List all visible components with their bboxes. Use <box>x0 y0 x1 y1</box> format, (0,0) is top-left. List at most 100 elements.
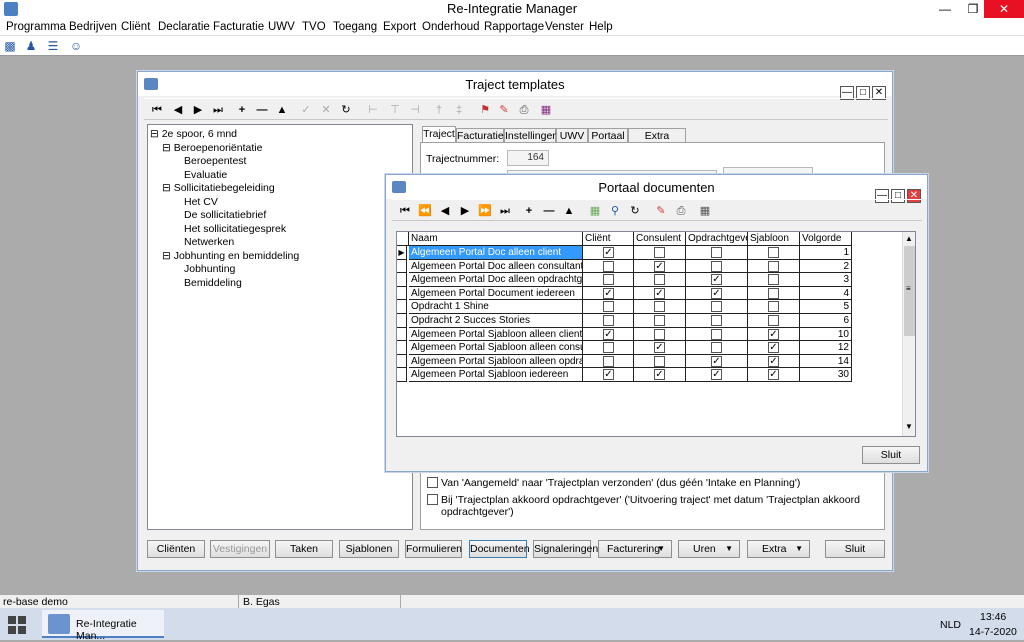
language-indicator[interactable]: NLD <box>940 619 961 631</box>
tree-node[interactable]: Het CV <box>184 196 218 208</box>
cell-volgorde[interactable]: 12 <box>800 341 852 355</box>
scroll-up-icon[interactable]: ▲ <box>905 234 913 243</box>
prev-page-icon[interactable]: ⏪ <box>418 204 432 218</box>
cell-volgorde[interactable]: 10 <box>800 327 852 342</box>
signaleringen-button[interactable]: Signaleringen <box>533 540 598 558</box>
checkbox-client[interactable] <box>603 301 614 313</box>
book-icon[interactable]: ▦ <box>539 103 553 117</box>
refresh-icon[interactable]: ↻ <box>339 103 353 117</box>
checkbox-consulent[interactable] <box>654 274 665 286</box>
checkbox-sjabloon[interactable]: ✓ <box>768 355 779 367</box>
portaal-sluit-button[interactable]: Sluit <box>862 446 920 464</box>
checkbox-sjabloon[interactable] <box>768 287 779 299</box>
tree-node[interactable]: Jobhunting <box>184 263 235 275</box>
checkbox-opdrachtgever[interactable]: ✓ <box>711 355 722 367</box>
first-record-icon[interactable]: ⏮ <box>150 103 164 117</box>
checkbox-client[interactable] <box>603 342 614 354</box>
cell-naam[interactable]: Algemeen Portal Sjabloon alleen opdracht… <box>409 354 583 369</box>
tree-node[interactable]: Beroepentest <box>184 155 246 167</box>
checkbox-opdrachtgever[interactable]: ✓ <box>711 287 722 299</box>
checkbox-opdrachtgever[interactable] <box>711 328 722 340</box>
checkbox-client[interactable]: ✓ <box>603 247 614 258</box>
prev-record-icon[interactable]: ◀ <box>171 103 185 117</box>
first-record-icon[interactable]: ⏮ <box>398 204 412 218</box>
checkbox-consulent[interactable]: ✓ <box>654 260 665 272</box>
facturering-button[interactable]: Facturering ▼ <box>598 540 672 558</box>
cell-volgorde[interactable]: 5 <box>800 300 852 314</box>
checkbox-consulent[interactable] <box>654 301 665 313</box>
table-row[interactable]: Algemeen Portal Sjabloon iedereen ✓ ✓ ✓ ✓ 30 <box>397 368 852 382</box>
clock-time[interactable]: 13:46 <box>980 611 1006 623</box>
uren-button[interactable]: Uren ▼ <box>678 540 740 558</box>
menu-help[interactable]: Help <box>589 21 613 33</box>
table-row[interactable]: Opdracht 2 Succes Stories 6 <box>397 314 852 328</box>
checkbox-opdrachtgever[interactable] <box>711 247 722 258</box>
add-icon[interactable]: + <box>522 204 536 218</box>
checkbox-consulent[interactable] <box>654 315 665 326</box>
scroll-down-icon[interactable]: ▼ <box>905 422 913 431</box>
checkbox-sjabloon[interactable] <box>768 301 779 313</box>
cell-volgorde[interactable]: 30 <box>800 368 852 382</box>
clients-icon[interactable]: ♟ <box>24 39 38 53</box>
cell-naam[interactable]: Opdracht 2 Succes Stories <box>409 314 583 328</box>
tree-node[interactable]: Netwerken <box>184 236 234 248</box>
menu-rapportage[interactable]: Rapportage <box>484 21 544 33</box>
documenten-button[interactable]: Documenten <box>469 540 530 558</box>
cell-volgorde[interactable]: 4 <box>800 286 852 301</box>
menu-declaratie[interactable]: Declaratie <box>158 21 210 33</box>
checkbox-consulent[interactable] <box>654 247 665 258</box>
menu-toegang[interactable]: Toegang <box>333 21 377 33</box>
last-record-icon[interactable]: ⏭ <box>498 204 512 218</box>
last-record-icon[interactable]: ⏭ <box>211 103 225 117</box>
checkbox-consulent[interactable]: ✓ <box>654 369 665 381</box>
table-row[interactable]: Algemeen Portal Sjabloon alleen client ✓ ✓… <box>397 327 852 342</box>
menu-export[interactable]: Export <box>383 21 416 33</box>
checkbox-client[interactable]: ✓ <box>603 287 614 299</box>
checkbox-opdrachtgever[interactable] <box>711 315 722 326</box>
cell-volgorde[interactable]: 2 <box>800 259 852 274</box>
taken-button[interactable]: Taken <box>275 540 333 558</box>
col-opdrachtgever[interactable]: Opdrachtgever <box>686 232 748 246</box>
checkbox-client[interactable]: ✓ <box>603 328 614 340</box>
formulieren-button[interactable]: Formulieren <box>405 540 462 558</box>
checkbox-sjabloon[interactable] <box>768 274 779 286</box>
cell-naam[interactable]: Algemeen Portal Sjabloon alleen client <box>409 327 583 342</box>
tree-node[interactable]: Bemiddeling <box>184 277 242 289</box>
traject-sluit-button[interactable]: Sluit <box>825 540 885 558</box>
delete-icon[interactable]: — <box>255 103 269 117</box>
checkbox-consulent[interactable] <box>654 355 665 367</box>
extra-button[interactable]: Extra ▼ <box>747 540 810 558</box>
menu-facturatie[interactable]: Facturatie <box>213 21 264 33</box>
prev-record-icon[interactable]: ◀ <box>438 204 452 218</box>
checkbox-sjabloon[interactable]: ✓ <box>768 342 779 354</box>
tree-node[interactable]: Het sollicitatiegesprek <box>184 223 286 235</box>
print-icon[interactable]: ⎙ <box>674 204 688 218</box>
up-icon[interactable]: ▲ <box>562 204 576 218</box>
up-icon[interactable]: ▲ <box>275 103 289 117</box>
checkbox-opdrachtgever[interactable] <box>711 342 722 354</box>
delete-icon[interactable]: — <box>542 204 556 218</box>
cell-naam[interactable]: Algemeen Portal Doc alleen client <box>409 246 583 260</box>
next-page-icon[interactable]: ⏩ <box>478 204 492 218</box>
next-record-icon[interactable]: ▶ <box>191 103 205 117</box>
menu-client[interactable]: Cliënt <box>121 21 150 33</box>
col-volgorde[interactable]: Volgorde <box>800 232 852 246</box>
cell-naam[interactable]: Algemeen Portal Doc alleen consultant en… <box>409 259 583 274</box>
eraser-icon[interactable]: ✎ <box>497 103 511 117</box>
checkbox-consulent[interactable]: ✓ <box>654 287 665 299</box>
checkbox-consulent[interactable]: ✓ <box>654 342 665 354</box>
cell-naam[interactable]: Algemeen Portal Doc alleen opdrachtgever <box>409 273 583 287</box>
eraser-icon[interactable]: ✎ <box>654 204 668 218</box>
close-button[interactable]: ✕ <box>984 0 1024 18</box>
filter-icon[interactable]: ▦ <box>588 204 602 218</box>
book-icon[interactable]: ▦ <box>698 204 712 218</box>
cell-volgorde[interactable]: 1 <box>800 246 852 260</box>
tree-node[interactable]: ⊟ Sollicitatiebegeleiding <box>162 182 275 194</box>
refresh-icon[interactable]: ↻ <box>628 204 642 218</box>
table-row[interactable]: Algemeen Portal Sjabloon alleen consulta… <box>397 341 852 355</box>
tree-node[interactable]: De sollicitatiebrief <box>184 209 266 221</box>
checkbox-sjabloon[interactable] <box>768 315 779 326</box>
windows-start-icon[interactable] <box>8 616 26 634</box>
cell-volgorde[interactable]: 14 <box>800 354 852 369</box>
checkbox-opdrachtgever[interactable]: ✓ <box>711 369 722 381</box>
